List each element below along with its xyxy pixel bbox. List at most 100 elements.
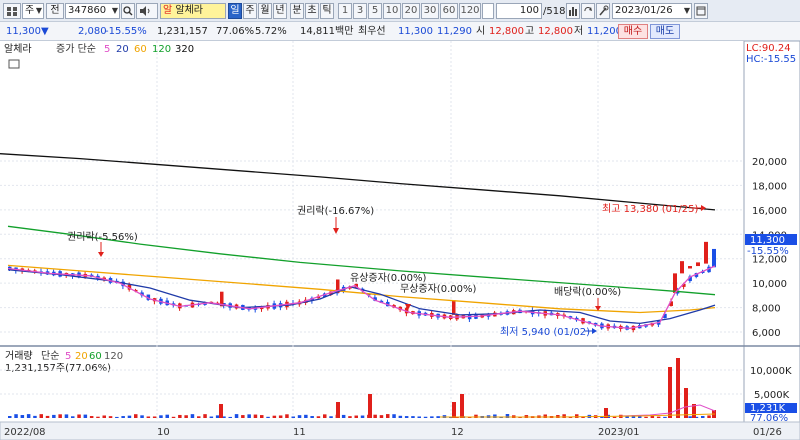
vol-legend-ma20: 20 — [75, 351, 88, 362]
x-label-4: 2023/01 — [598, 427, 640, 438]
price-tick: 8,000 — [752, 304, 781, 315]
volume-bar — [190, 414, 195, 418]
volume-bar — [336, 402, 340, 418]
vol-ratio: 77.06% — [216, 26, 255, 37]
volume-bar — [354, 415, 358, 418]
volume-bar — [140, 415, 144, 418]
legend-stock: 알체라 — [4, 43, 32, 55]
tools-icon[interactable] — [596, 3, 610, 19]
period-month[interactable]: 월 — [258, 3, 272, 19]
date-input[interactable]: 2023/01/26 ▼ — [612, 3, 692, 19]
volume-bar — [165, 414, 169, 418]
volume-bar — [379, 415, 384, 418]
best-bid: 11,290 — [437, 26, 472, 37]
volume-bar — [228, 416, 232, 418]
interval-5[interactable]: 5 — [368, 3, 382, 19]
volume-bar — [127, 415, 132, 418]
period-second[interactable]: 초 — [305, 3, 319, 19]
price-tick: 6,000 — [752, 328, 781, 339]
interval-1[interactable]: 1 — [338, 3, 352, 19]
interval-60[interactable]: 60 — [440, 3, 458, 19]
interval-20[interactable]: 20 — [402, 3, 420, 19]
vol-legend-ma60: 60 — [89, 351, 102, 362]
current-price-pct: -15.55% — [747, 246, 789, 257]
chevron-down-icon: ▼ — [35, 6, 42, 15]
stock-name-box[interactable]: 알 알체라 — [160, 3, 226, 19]
period-tick[interactable]: 틱 — [320, 3, 334, 19]
buy-button[interactable]: 매수 — [618, 24, 648, 39]
volume-bar — [663, 416, 667, 418]
view-count: 100 — [519, 5, 539, 16]
volume-bar — [392, 414, 396, 418]
annot-right1: 권리락(-5.56%) — [67, 231, 138, 243]
bar-chart-icon[interactable] — [566, 3, 580, 19]
volume-bar — [8, 416, 12, 418]
annot-low: 최저 5,940 (01/02) — [500, 326, 590, 338]
jeon-button[interactable]: 전 — [46, 3, 64, 19]
price-tick: 16,000 — [752, 206, 787, 217]
period-day[interactable]: 일 — [228, 3, 242, 19]
chevron-down-icon: ▼ — [111, 6, 118, 15]
stock-chart[interactable]: 알체라 증가 단순 5 20 60 120 320 LC:90.24 HC:-1… — [0, 41, 800, 440]
interval-3[interactable]: 3 — [353, 3, 367, 19]
interval-10[interactable]: 10 — [383, 3, 401, 19]
speaker-icon[interactable] — [136, 3, 158, 19]
sell-button[interactable]: 매도 — [650, 24, 680, 39]
volume-bar — [96, 416, 100, 418]
volume-bar — [398, 415, 403, 418]
market-select-value: 주 — [25, 5, 35, 16]
sync-icon[interactable] — [581, 3, 595, 19]
grid-icon[interactable] — [3, 3, 21, 19]
annot-free1: 유상증자(0.00%) — [350, 272, 426, 284]
high: 12,800 — [538, 26, 573, 37]
volume-bar — [39, 414, 43, 418]
volume-bar — [411, 416, 415, 418]
hc-value: HC:-15.55 — [746, 54, 796, 65]
total-count: /518 — [543, 6, 566, 17]
calendar-icon[interactable] — [694, 3, 708, 19]
volume-bar — [348, 416, 352, 418]
volume-bar — [386, 414, 390, 418]
market-select[interactable]: 주 ▼ — [22, 3, 44, 19]
best-ask-label: 최우선 — [358, 26, 386, 37]
turnover: 5.72% — [255, 26, 287, 37]
interval-30[interactable]: 30 — [421, 3, 439, 19]
vol-legend-ma: 단순 — [41, 350, 59, 362]
volume-bar — [108, 416, 113, 418]
volume-bar — [171, 416, 176, 418]
period-year[interactable]: 년 — [273, 3, 287, 19]
volume-bar — [688, 416, 692, 418]
x-label-0: 2022/08 — [4, 427, 46, 438]
candle-body — [712, 248, 716, 268]
volume-bar — [178, 414, 182, 418]
search-icon[interactable] — [121, 3, 135, 19]
view-count-input[interactable]: 100 — [496, 3, 542, 19]
interval-input[interactable] — [482, 3, 494, 19]
volume-bar — [452, 402, 456, 418]
volume-bar — [26, 414, 31, 418]
volume-bar — [436, 416, 440, 418]
volume-bar — [83, 414, 88, 418]
volume-bar — [417, 416, 421, 418]
volume-bar — [310, 416, 314, 418]
volume-bar — [77, 414, 81, 418]
volume-bar — [184, 415, 188, 418]
period-minute[interactable]: 분 — [290, 3, 304, 19]
volume-bar — [115, 416, 119, 418]
x-label-5: 01/26 — [753, 427, 782, 438]
volume-bar — [121, 416, 125, 418]
period-week[interactable]: 주 — [243, 3, 257, 19]
vol-tick-5000k: 5,000K — [754, 390, 790, 401]
current-price: 11,300 — [750, 235, 785, 246]
interval-120[interactable]: 120 — [459, 3, 481, 19]
volume-bar — [656, 416, 661, 418]
legend-ma320: 320 — [175, 44, 194, 55]
x-label-1: 10 — [157, 427, 170, 438]
low-label: 저 — [574, 26, 584, 37]
stock-name: 알체라 — [175, 5, 203, 16]
code-value: 347860 — [68, 5, 107, 16]
code-input[interactable]: 347860 ▼ — [65, 3, 120, 19]
volume-bar — [341, 414, 346, 418]
volume-bar — [152, 416, 157, 418]
volume-bar — [297, 415, 302, 418]
